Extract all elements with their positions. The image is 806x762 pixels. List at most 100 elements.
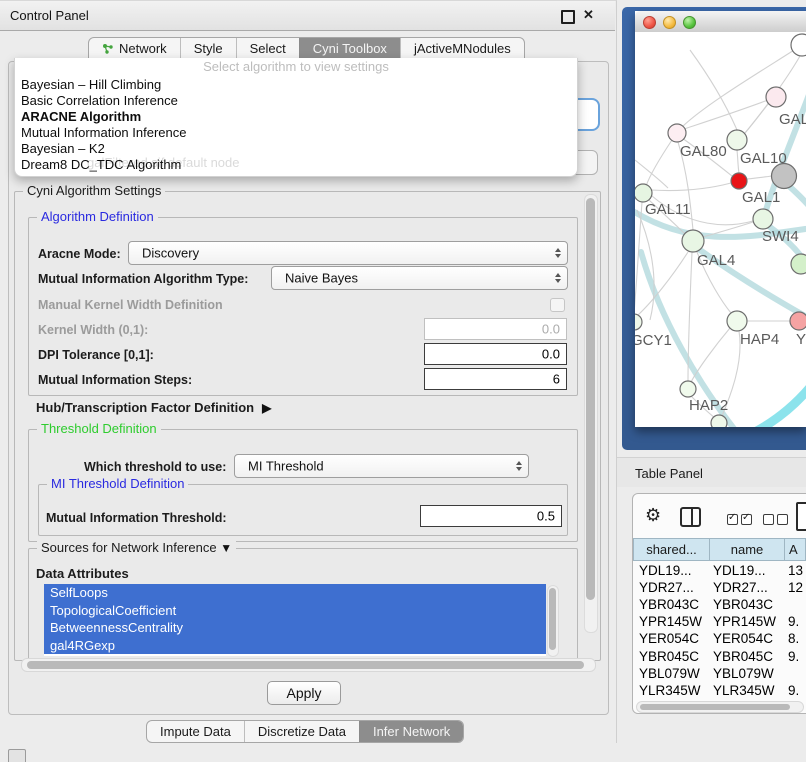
- node-label-gal11: GAL11: [645, 201, 691, 218]
- tab-jactivemnodules[interactable]: jActiveMNodules: [400, 38, 524, 59]
- data-attributes-list[interactable]: SelfLoopsTopologicalCoefficientBetweenne…: [44, 584, 546, 656]
- table-row[interactable]: YDL19...YDL19...13: [633, 562, 806, 579]
- kernel-width-input: 0.0: [424, 318, 567, 340]
- node-swi4[interactable]: [753, 209, 773, 229]
- settings-scrollbar[interactable]: [584, 194, 598, 633]
- traffic-light-close-icon[interactable]: [643, 16, 656, 29]
- node-gal[interactable]: [766, 87, 786, 107]
- table-row[interactable]: YBR045CYBR045C9.: [633, 647, 806, 664]
- column-header-shared-name[interactable]: shared...: [633, 538, 710, 561]
- mini-panel-icon[interactable]: [8, 749, 26, 762]
- table-horizontal-scrollbar-thumb[interactable]: [640, 704, 790, 710]
- which-threshold-label: Which threshold to use:: [84, 460, 226, 474]
- table-cell: 9.: [785, 649, 806, 664]
- mi-threshold-input[interactable]: 0.5: [420, 505, 562, 527]
- sources-group-title: Sources for Network Inference ▼: [37, 540, 236, 555]
- select-all-checkbox-icon-2[interactable]: [741, 514, 752, 525]
- mi-type-select[interactable]: Naive Bayes: [271, 266, 568, 290]
- node-unlabeled[interactable]: [772, 164, 797, 189]
- data-attributes-label: Data Attributes: [36, 566, 129, 581]
- attribute-item-topologicalcoefficient[interactable]: TopologicalCoefficient: [44, 602, 546, 620]
- table-row[interactable]: YPR145WYPR145W9.: [633, 613, 806, 630]
- node-gcy1[interactable]: [635, 314, 642, 330]
- tab-cyni-toolbox[interactable]: Cyni Toolbox: [299, 38, 400, 59]
- algorithm-option-dream8-dc-tdc-algorithm[interactable]: Dream8 DC_TDC Algorithm: [15, 157, 577, 173]
- column-layout-icon[interactable]: [680, 507, 701, 527]
- table-row[interactable]: YLR345WYLR345W9.: [633, 682, 806, 699]
- close-icon[interactable]: ✕: [583, 7, 594, 23]
- node-gal4[interactable]: [682, 230, 704, 252]
- aracne-mode-select[interactable]: Discovery: [128, 241, 568, 265]
- deselect-all-checkbox-icon-2[interactable]: [777, 514, 788, 525]
- sources-title-text: Sources for Network Inference: [41, 540, 217, 555]
- dpi-tolerance-input[interactable]: 0.0: [424, 343, 567, 365]
- which-threshold-select[interactable]: MI Threshold: [234, 454, 529, 478]
- dpi-tolerance-label: DPI Tolerance [0,1]:: [38, 348, 154, 362]
- node-unlabeled[interactable]: [711, 415, 727, 427]
- node-gal1[interactable]: [731, 173, 747, 189]
- algorithm-option-bayesian-k2[interactable]: Bayesian – K2: [15, 141, 577, 157]
- attributes-scrollbar-thumb[interactable]: [549, 588, 556, 650]
- new-table-icon[interactable]: [796, 502, 806, 531]
- float-window-icon[interactable]: [561, 10, 575, 24]
- column-header-name[interactable]: name: [710, 538, 785, 561]
- mi-threshold-group-title: MI Threshold Definition: [47, 476, 188, 491]
- tab-label: Cyni Toolbox: [313, 38, 387, 59]
- algorithm-option-bayesian-hill-climbing[interactable]: Bayesian – Hill Climbing: [15, 77, 577, 93]
- algorithm-option-aracne-algorithm[interactable]: ARACNE Algorithm: [15, 109, 577, 125]
- tab-infer-network[interactable]: Infer Network: [359, 721, 463, 742]
- table-horizontal-scrollbar[interactable]: [636, 701, 804, 713]
- network-graph[interactable]: GALGAL80GAL10GAL1GAL11SWI4GAL4GCY1HAP4YH…: [635, 32, 806, 427]
- manual-kernel-checkbox[interactable]: [550, 298, 565, 312]
- node-hap2[interactable]: [680, 381, 696, 397]
- table-row[interactable]: YER054CYER054C8.: [633, 630, 806, 647]
- tab-discretize-data[interactable]: Discretize Data: [244, 721, 359, 742]
- node-y[interactable]: [790, 312, 806, 330]
- deselect-all-checkbox-icon[interactable]: [763, 514, 774, 525]
- tab-label: Infer Network: [373, 721, 450, 742]
- mi-steps-input[interactable]: 6: [424, 368, 567, 390]
- select-all-checkbox-icon[interactable]: [727, 514, 738, 525]
- node-gal10[interactable]: [727, 130, 747, 150]
- attribute-item-betweennesscentrality[interactable]: BetweennessCentrality: [44, 619, 546, 637]
- hub-definition-expander[interactable]: Hub/Transcription Factor Definition ▶: [36, 400, 271, 415]
- algorithm-option-mutual-information-inference[interactable]: Mutual Information Inference: [15, 125, 577, 141]
- settings-horizontal-scrollbar-thumb[interactable]: [27, 661, 584, 669]
- column-header-clipped[interactable]: A: [785, 538, 806, 561]
- table-row[interactable]: YBR043CYBR043C: [633, 596, 806, 613]
- bottom-tabbar: Impute DataDiscretize Data Infer Network: [146, 720, 464, 743]
- tab-impute-data[interactable]: Impute Data: [147, 721, 244, 742]
- attribute-item-selfloops[interactable]: SelfLoops: [44, 584, 546, 602]
- traffic-light-zoom-icon[interactable]: [683, 16, 696, 29]
- settings-scrollbar-thumb[interactable]: [586, 198, 595, 600]
- table-row[interactable]: YBL079WYBL079W: [633, 665, 806, 682]
- traffic-light-minimize-icon[interactable]: [663, 16, 676, 29]
- tab-style[interactable]: Style: [180, 38, 236, 59]
- settings-horizontal-scrollbar[interactable]: [21, 658, 596, 672]
- attribute-item-gal4rgexp[interactable]: gal4RGexp: [44, 637, 546, 655]
- apply-button[interactable]: Apply: [267, 681, 341, 705]
- node-unlabeled[interactable]: [791, 34, 806, 56]
- network-nodes: GALGAL80GAL10GAL1GAL11SWI4GAL4GCY1HAP4YH…: [635, 34, 806, 427]
- app-root: Control Panel ✕ NetworkStyleSelect Cyni T…: [0, 0, 806, 762]
- network-canvas[interactable]: GALGAL80GAL10GAL1GAL11SWI4GAL4GCY1HAP4YH…: [635, 32, 806, 427]
- panel-title: Control Panel: [10, 8, 89, 23]
- node-hap4[interactable]: [727, 311, 747, 331]
- collapse-arrow-icon[interactable]: ▼: [220, 541, 232, 555]
- node-gal80[interactable]: [668, 124, 686, 142]
- node-unlabeled[interactable]: [791, 254, 806, 274]
- tab-select[interactable]: Select: [236, 38, 299, 59]
- table-row[interactable]: YDR27...YDR27...12: [633, 579, 806, 596]
- table-body[interactable]: YDL19...YDL19...13YDR27...YDR27...12YBR0…: [633, 562, 806, 708]
- hub-definition-label: Hub/Transcription Factor Definition: [36, 400, 254, 415]
- network-titlebar[interactable]: [635, 11, 806, 33]
- table-cell: YBL079W: [633, 666, 710, 681]
- gear-icon[interactable]: ⚙: [645, 505, 661, 526]
- tab-label: jActiveMNodules: [414, 38, 511, 59]
- tab-network[interactable]: Network: [89, 38, 180, 59]
- attributes-scrollbar[interactable]: [547, 585, 559, 657]
- node-gal11[interactable]: [635, 184, 652, 202]
- which-threshold-value: MI Threshold: [248, 459, 324, 474]
- table-cell: YLR345W: [633, 683, 710, 698]
- algorithm-option-basic-correlation-inference[interactable]: Basic Correlation Inference: [15, 93, 577, 109]
